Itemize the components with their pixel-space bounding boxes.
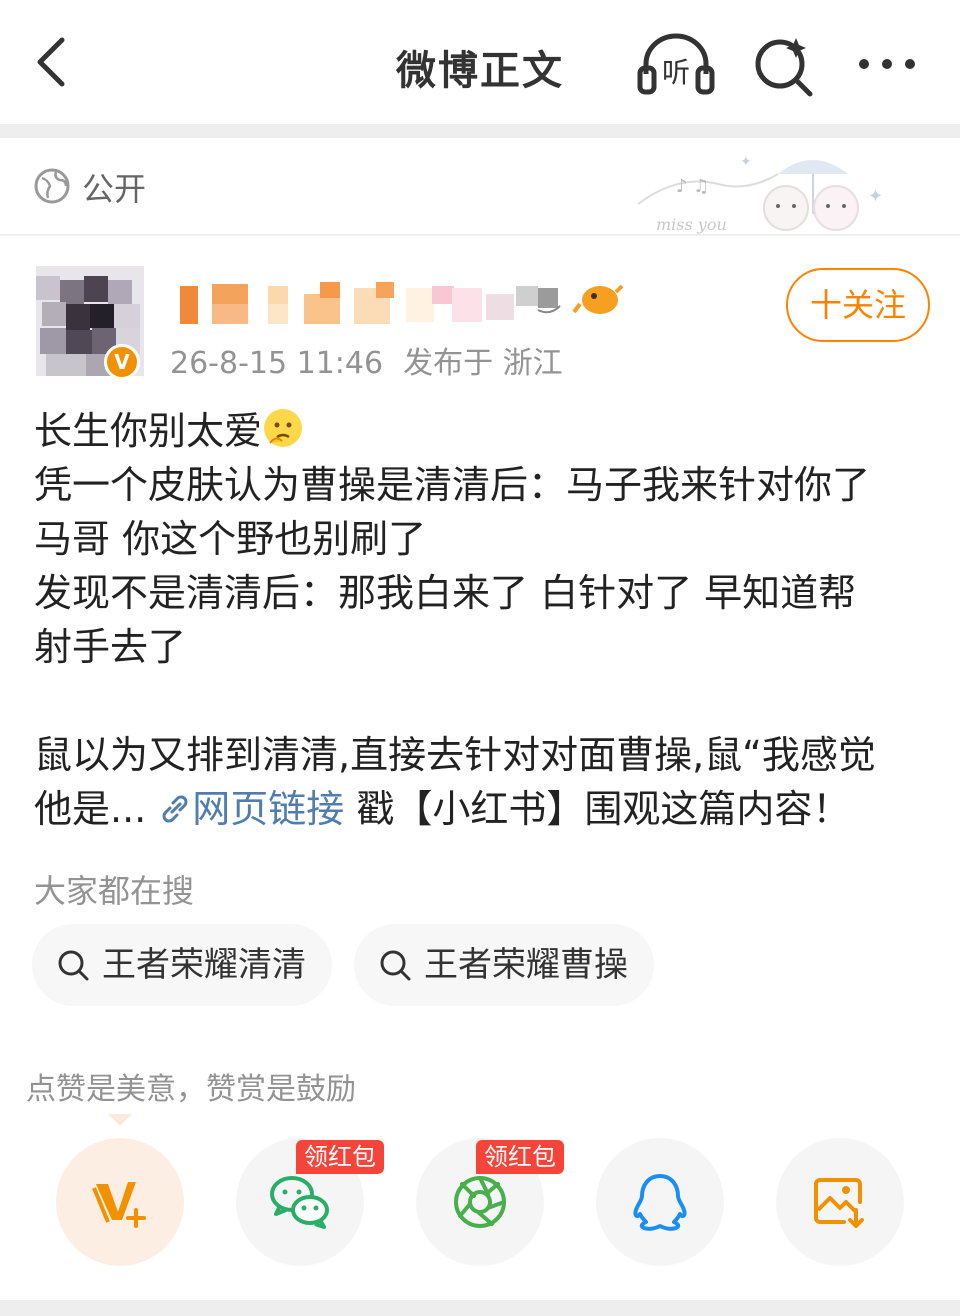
more-icon[interactable] [852, 44, 922, 84]
post-location: 发布于 浙江 [403, 346, 563, 381]
save-image-button[interactable] [776, 1138, 904, 1266]
svg-text:✦: ✦ [868, 186, 883, 207]
red-packet-tag: 领红包 [476, 1140, 564, 1174]
listen-label: 听 [662, 56, 690, 89]
section-gap [0, 124, 960, 138]
visibility-label: 公开 [82, 170, 147, 208]
post-text: 戳【小红书】围观这篇内容！ [344, 787, 851, 831]
post-line-last: 他是... 网页链接 戳【小红书】围观这篇内容！ [34, 782, 934, 836]
divider [0, 234, 960, 236]
post-text: 长生你别太爱 [34, 409, 263, 453]
post-line: 发现不是清清后：那我白来了 白针对了 早知道帮 [34, 571, 857, 615]
visibility-row: 公开 ♪ ♫ miss you ✦ ✦ [0, 138, 960, 234]
reward-icon [92, 1182, 146, 1228]
post-line: 射手去了 [34, 625, 187, 669]
listen-icon[interactable]: 听 [636, 30, 716, 96]
red-packet-tag: 领红包 [296, 1140, 384, 1174]
reward-button[interactable] [56, 1138, 184, 1266]
section-gap [0, 1300, 960, 1316]
trending-chip-label: 王者荣耀清清 [102, 945, 306, 985]
web-link[interactable]: 网页链接 [192, 787, 344, 831]
post-timestamp: 26-8-15 11:46 [170, 346, 384, 381]
save-image-icon [814, 1178, 864, 1228]
trending-chip-label: 王者荣耀曹操 [424, 945, 628, 985]
svg-text:✦: ✦ [740, 154, 752, 170]
share-qq-button[interactable] [596, 1138, 724, 1266]
follow-button[interactable]: 十关注 [786, 268, 930, 342]
reward-hint: 点赞是美意，赞赏是鼓励 [26, 1072, 356, 1107]
post-meta: 26-8-15 11:46 发布于 浙江 [170, 338, 563, 382]
search-icon[interactable] [748, 32, 818, 98]
trending-title: 大家都在搜 [34, 872, 195, 910]
search-icon [58, 950, 89, 981]
post-line-blank [34, 674, 934, 728]
post-body: 长生你别太爱 凭一个皮肤认为曹操是清清后：马子我来针对你了 马哥 你这个野也别刷… [34, 404, 934, 836]
username-blurred[interactable] [176, 280, 626, 328]
hint-caret [108, 1114, 132, 1126]
globe-icon [34, 168, 70, 204]
decoration-text: miss you [656, 215, 727, 234]
post-line: 长生你别太爱 [34, 404, 934, 458]
card-decoration-image: ♪ ♫ miss you ✦ ✦ [637, 154, 883, 234]
search-icon [380, 950, 411, 981]
top-bar: 微博正文 听 [0, 0, 960, 124]
post-line: 凭一个皮肤认为曹操是清清后：马子我来针对你了 [34, 463, 871, 507]
svg-text:♪ ♫: ♪ ♫ [676, 176, 709, 197]
post-line: 马哥 你这个野也别刷了 [34, 517, 427, 561]
moments-icon [454, 1176, 506, 1228]
trending-chip[interactable]: 王者荣耀清清 [32, 924, 332, 1006]
qq-icon [633, 1174, 687, 1231]
wechat-icon [270, 1176, 329, 1229]
link-icon[interactable] [158, 792, 192, 826]
post-line: 鼠以为又排到清清,直接去针对对面曹操,鼠“我感觉 [34, 733, 876, 777]
verified-badge: V [104, 344, 140, 380]
thinking-emoji-icon [264, 409, 303, 447]
trending-chip[interactable]: 王者荣耀曹操 [354, 924, 654, 1006]
post-text: 他是... [34, 787, 147, 831]
